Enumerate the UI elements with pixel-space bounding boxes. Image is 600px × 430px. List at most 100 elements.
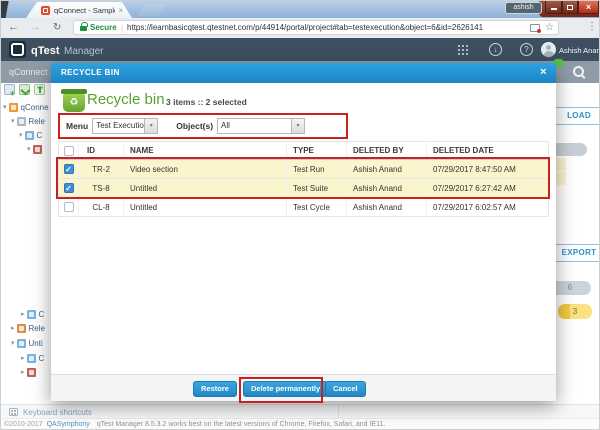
test-cycle-icon [24,130,34,140]
modal-footer: Restore Delete permanently Cancel [51,374,556,403]
cell-type: Test Suite [287,179,347,197]
tree-item-untitled[interactable]: ▾ Unti [11,337,43,349]
row-checkbox[interactable] [63,202,74,212]
row-checkbox[interactable]: ✓ [63,164,74,174]
notification-icon[interactable] [530,23,542,33]
user-avatar[interactable] [541,42,556,57]
bookmark-star-icon[interactable]: ☆ [545,22,554,33]
test-suite-icon [26,367,36,377]
column-header-type[interactable]: TYPE [287,142,347,159]
tree-arrow-icon[interactable]: ▸ [11,324,15,332]
minimize-icon [550,8,557,10]
tree-item-label: C [38,309,45,319]
company-link[interactable]: QASymphony [47,421,90,428]
cell-deleted-date: 07/29/2017 6:27:42 AM [433,183,516,193]
window-close-button[interactable]: × [578,1,599,14]
select-all-cell [59,142,79,159]
tree-arrow-icon[interactable]: ▸ [21,310,25,318]
tree-arrow-icon[interactable]: ▸ [21,354,25,362]
maximize-button[interactable] [562,1,578,14]
column-header-deleted-by[interactable]: DELETED BY [347,142,427,159]
table-row[interactable]: CL-8 Untitled Test Cycle Ashish Anand 07… [59,198,548,217]
minimize-button[interactable] [545,1,562,14]
menu-select-value: Test Execution [96,121,145,130]
qtest-logo-icon [9,41,26,58]
tree-item-label: qConne [20,102,49,112]
filter-annotation-box: Menu Test Execution ▾ Object(s) All ▾ [58,113,348,139]
release-icon [16,116,26,126]
tree-arrow-icon[interactable]: ▸ [21,368,25,376]
browser-profile-chip[interactable]: ashish [505,2,542,14]
modal-close-icon[interactable]: × [540,63,547,82]
cell-name: Video section [124,160,287,178]
column-header-deleted-date[interactable]: DELETED DATE [427,142,550,159]
new-tab-button[interactable] [138,4,165,16]
qtest-favicon-icon [41,5,50,15]
cell-type: Test Run [287,160,347,178]
modal-titlebar: RECYCLE BIN × [51,63,556,83]
restore-button[interactable]: Restore [193,381,237,397]
address-bar[interactable]: Secure | https://learnbasicqtest.qtestne… [73,20,559,35]
back-icon[interactable]: ← [8,21,19,33]
table-row[interactable]: ✓ TR-2 Video section Test Run Ashish Ana… [59,160,548,179]
tree-item-label: Unti [28,338,43,348]
tree-item-cycle[interactable]: ▸ C [21,308,44,320]
tree-item-root[interactable]: ▾ qConne [3,101,49,113]
table-row[interactable]: ✓ TS-8 Untitled Test Suite Ashish Anand … [59,179,548,198]
menu-label: Menu [66,121,89,131]
tab-close-icon[interactable]: × [118,6,123,15]
modal-titlebar-label: RECYCLE BIN [61,68,120,77]
secure-label: Secure [90,23,117,32]
objects-label: Object(s) [176,121,214,131]
forward-icon[interactable]: → [30,21,41,33]
tree-arrow-icon[interactable]: ▾ [3,103,7,111]
browser-menu-icon[interactable]: ⋮ [587,21,597,32]
seedling-icon[interactable] [34,84,45,95]
keyboard-shortcuts-link[interactable]: Keyboard shortcuts [23,408,92,417]
tree-item-release[interactable]: ▾ Rele [11,115,45,127]
add-node-icon[interactable] [4,84,15,98]
tree-item-cycle[interactable]: ▸ C [21,352,44,364]
tree-arrow-icon[interactable]: ▾ [19,131,23,139]
test-cycle-icon [16,338,26,348]
count-badge-yellow: 3 [558,304,592,319]
url-separator: | [120,22,124,33]
tree-arrow-icon[interactable]: ▾ [11,339,15,347]
url-text: https://learnbasicqtest.qtestnet.com/p/4… [127,23,484,32]
import-icon[interactable] [19,84,30,95]
divider [338,405,339,419]
tree-item-cycle[interactable]: ▾ C [19,129,42,141]
search-icon[interactable] [572,65,586,79]
reload-icon[interactable]: ↻ [53,22,61,33]
cell-id: TS-8 [79,179,124,197]
column-header-id[interactable]: ID [79,142,124,159]
column-header-name[interactable]: NAME [124,142,287,159]
menu-select[interactable]: Test Execution ▾ [92,118,159,134]
download-icon[interactable]: ↓ [489,43,502,56]
cell-deleted-by: Ashish Anand [347,160,427,178]
row-checkbox[interactable]: ✓ [63,183,74,193]
cell-deleted-by: Ashish Anand [347,179,427,197]
user-name[interactable]: Ashish Anand [559,46,599,55]
help-icon[interactable]: ? [520,43,533,56]
brand-name: qTest [31,45,60,57]
project-name[interactable]: qConnect - [9,67,53,77]
tree-item-release[interactable]: ▸ Rele [11,322,45,334]
tree-arrow-icon[interactable]: ▾ [27,145,31,153]
objects-select[interactable]: All ▾ [217,118,306,134]
browser-toolbar: ← → ↻ Secure | https://learnbasicqtest.q… [1,18,599,38]
tree-item-suite[interactable]: ▸ [21,366,39,378]
product-name: Manager [64,46,104,57]
tree-arrow-icon[interactable]: ▾ [11,117,15,125]
test-cycle-icon [26,309,36,319]
chevron-down-icon[interactable]: ▾ [291,119,305,133]
cancel-button[interactable]: Cancel [325,381,366,397]
app-grid-icon[interactable] [458,45,468,55]
select-all-checkbox[interactable] [63,145,74,156]
tree-item-suite[interactable]: ▾ [27,143,45,155]
delete-permanently-button[interactable]: Delete permanently [243,381,329,397]
chevron-down-icon[interactable]: ▾ [144,119,158,133]
browser-tab[interactable]: qConnect - Sample Proj × [26,2,132,18]
modal-heading: Recycle bin [87,91,165,108]
cell-id: TR-2 [79,160,124,178]
